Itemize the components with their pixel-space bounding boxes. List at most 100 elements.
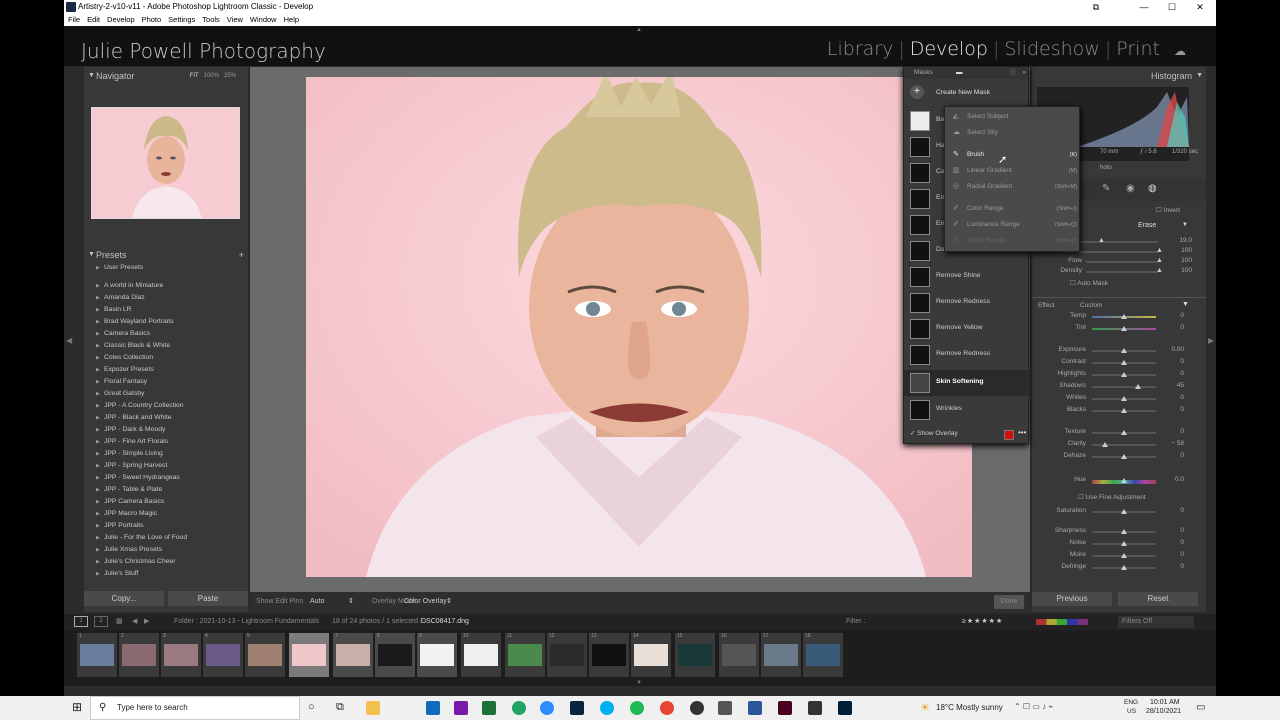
word-icon[interactable] xyxy=(748,701,762,715)
slider-knob[interactable] xyxy=(1121,396,1127,401)
slider-knob[interactable]: ▲ xyxy=(1098,237,1105,244)
preset-group[interactable]: JPP Macro Magic xyxy=(84,508,248,520)
drag-handle-icon[interactable]: ▬ xyxy=(956,67,963,79)
slider-knob[interactable] xyxy=(1121,326,1127,331)
slider-knob[interactable] xyxy=(1121,454,1127,459)
slider-knob[interactable] xyxy=(1121,509,1127,514)
collapse-top-icon[interactable]: ▲ xyxy=(636,27,642,33)
color-label-filter[interactable] xyxy=(1036,619,1088,625)
filmstrip-thumbnail[interactable]: 16 xyxy=(719,633,759,677)
slider-knob[interactable] xyxy=(1121,478,1127,483)
preset-group[interactable]: JPP - Table & Plate xyxy=(84,484,248,496)
filmstrip-thumbnail[interactable]: 12 xyxy=(547,633,587,677)
menu-linear-gradient[interactable]: ▥ Linear Gradient (M) xyxy=(945,165,1081,177)
slider-tint[interactable]: Tint 0 xyxy=(1036,324,1196,334)
lightroom-taskbar-icon[interactable] xyxy=(570,701,584,715)
slider-noise[interactable]: Noise 0 xyxy=(1036,539,1196,549)
histogram-header[interactable]: Histogram ▼ xyxy=(1032,69,1206,83)
right-panel-toggle-icon[interactable]: ▶ xyxy=(1208,336,1214,345)
filmstrip-thumbnail[interactable]: 3 xyxy=(161,633,201,677)
windows-start-icon[interactable]: ⊞ xyxy=(72,700,82,714)
filmstrip-thumbnail[interactable]: 10 xyxy=(461,633,501,677)
density-slider[interactable]: Density ▲ 100 xyxy=(1038,267,1198,277)
clock-time[interactable]: 10:01 AM xyxy=(1150,699,1180,706)
chevron-down-icon[interactable]: ▼ xyxy=(1182,301,1189,308)
menu-select-sky[interactable]: ☁ Select Sky xyxy=(945,127,1081,139)
preset-group[interactable]: JPP - A Country Collection xyxy=(84,400,248,412)
edge-icon[interactable] xyxy=(512,701,526,715)
menu-photo[interactable]: Photo xyxy=(142,15,162,24)
file-explorer-icon[interactable] xyxy=(366,701,380,715)
menu-window[interactable]: Window xyxy=(250,15,277,24)
preset-group[interactable]: JPP - Sweet Hydrangeas xyxy=(84,472,248,484)
slider-saturation[interactable]: Saturation 0 xyxy=(1036,507,1196,517)
outlook-icon[interactable] xyxy=(426,701,440,715)
minimize-button[interactable]: — xyxy=(1132,0,1156,14)
preset-group[interactable]: JPP - Fine Art Florals xyxy=(84,436,248,448)
overlay-color-swatch[interactable] xyxy=(1004,430,1014,440)
store-icon[interactable] xyxy=(482,701,496,715)
fine-adjust-checkbox[interactable]: ☐ Use Fine Adjustment xyxy=(1078,493,1146,501)
preset-group[interactable]: JPP Portraits xyxy=(84,520,248,532)
second-window-button[interactable]: 2 xyxy=(94,616,108,627)
filmstrip-thumbnail[interactable]: 5 xyxy=(245,633,285,677)
menu-select-subject[interactable]: ◭ Select Subject xyxy=(945,111,1081,123)
spotify-icon[interactable] xyxy=(630,701,644,715)
slider-knob[interactable] xyxy=(1121,314,1127,319)
slider-knob[interactable] xyxy=(1121,541,1127,546)
effect-preset-select[interactable]: Custom xyxy=(1080,302,1102,309)
cloud-icon[interactable]: ☁ xyxy=(1174,44,1186,58)
filmstrip-thumbnail[interactable]: 11 xyxy=(505,633,545,677)
preset-group[interactable]: Expozer Presets xyxy=(84,364,248,376)
invert-checkbox[interactable]: ☐ Invert xyxy=(1156,206,1180,214)
filmstrip-thumbnail[interactable]: 4 xyxy=(203,633,243,677)
zoom-100[interactable]: 100% xyxy=(204,73,219,79)
menu-settings[interactable]: Settings xyxy=(168,15,195,24)
filmstrip-thumbnail[interactable]: 2 xyxy=(119,633,159,677)
preset-group[interactable]: Classic Black & White xyxy=(84,340,248,352)
add-preset-icon[interactable]: + xyxy=(239,248,244,262)
slider-whites[interactable]: Whites 0 xyxy=(1036,394,1196,404)
preset-group[interactable]: Floral Fantasy xyxy=(84,376,248,388)
slider-temp[interactable]: Temp 0 xyxy=(1036,312,1196,322)
preset-group[interactable]: Amanda Diaz xyxy=(84,292,248,304)
mask-item[interactable]: Remove Yellow xyxy=(904,316,1030,342)
menu-view[interactable]: View xyxy=(227,15,243,24)
main-photo[interactable] xyxy=(306,77,972,577)
navigator-preview[interactable] xyxy=(91,107,240,219)
auto-mask-checkbox[interactable]: ☐ Auto Mask xyxy=(1070,279,1108,287)
slider-knob[interactable]: ▲ xyxy=(1156,267,1163,274)
left-panel-toggle-icon[interactable]: ◀ xyxy=(66,336,72,345)
edit-pins-select[interactable]: Auto xyxy=(310,592,324,612)
cortana-icon[interactable]: ○ xyxy=(308,701,322,715)
menu-radial-gradient[interactable]: ◎ Radial Gradient (Shift+M) xyxy=(945,181,1081,193)
slider-knob[interactable]: ▲ xyxy=(1156,247,1163,254)
menu-edit[interactable]: Edit xyxy=(87,15,100,24)
overlay-mode-select[interactable]: Color Overlay xyxy=(404,592,447,612)
module-print[interactable]: Print xyxy=(1116,38,1160,60)
preset-group[interactable]: Basin LR xyxy=(84,304,248,316)
preset-group[interactable]: Camera Basics xyxy=(84,328,248,340)
module-library[interactable]: Library xyxy=(827,38,893,60)
preset-group[interactable]: JPP - Spring Harvest xyxy=(84,460,248,472)
preset-group[interactable]: Julie's Christmas Cheer xyxy=(84,556,248,568)
filmstrip-thumbnail[interactable]: 9 xyxy=(417,633,457,677)
more-options-icon[interactable]: ••• xyxy=(1018,428,1026,437)
menu-color-range[interactable]: ✐ Color Range (Shift+J) xyxy=(945,203,1081,215)
help-icon[interactable]: ⓘ xyxy=(1010,67,1017,79)
filmstrip-thumbnail[interactable]: 1 xyxy=(77,633,117,677)
restore-icon[interactable]: ⧉ xyxy=(1084,0,1108,14)
previous-button[interactable]: Previous xyxy=(1032,592,1112,606)
weather-text[interactable]: 18°C Mostly sunny xyxy=(936,703,1003,712)
filmstrip-thumbnail[interactable]: 14 xyxy=(631,633,671,677)
back-arrow-icon[interactable]: ◀ xyxy=(132,614,137,630)
filmstrip-thumbnail[interactable]: 15 xyxy=(675,633,715,677)
module-develop[interactable]: Develop xyxy=(910,38,988,60)
slider-moire[interactable]: Moire 0 xyxy=(1036,551,1196,561)
taskbar-search-input[interactable]: ⚲ Type here to search xyxy=(90,696,300,720)
masking-icon[interactable]: ◍ xyxy=(1148,183,1157,194)
filmstrip-thumbnail[interactable]: 17 xyxy=(761,633,801,677)
preset-group[interactable]: Julie Xmas Presets xyxy=(84,544,248,556)
main-window-button[interactable]: 1 xyxy=(74,616,88,627)
slider-exposure[interactable]: Exposure 0.00 xyxy=(1036,346,1196,356)
